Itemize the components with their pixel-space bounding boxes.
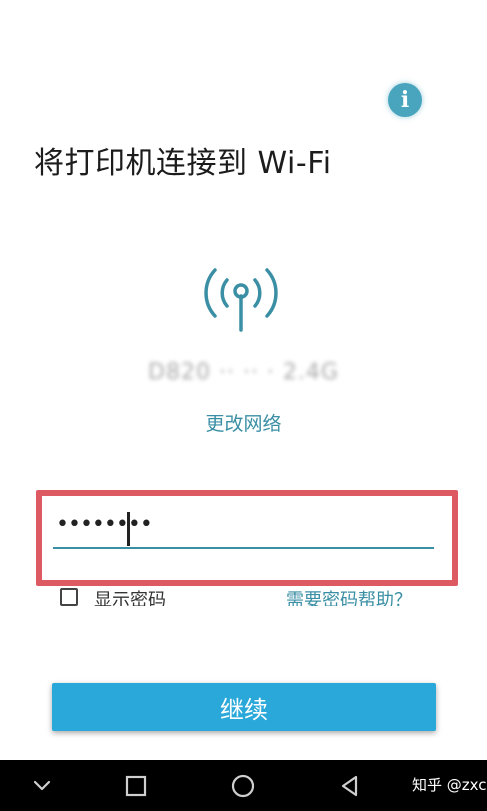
show-password-label: 显示密码 bbox=[94, 590, 166, 606]
back-icon[interactable] bbox=[336, 772, 364, 800]
password-help-link[interactable]: 需要密码帮助？ bbox=[286, 586, 412, 606]
watermark: 知乎 @zxc bbox=[412, 776, 487, 794]
text-cursor bbox=[127, 512, 130, 546]
network-name: D820 ·· ·· · 2.4G bbox=[148, 360, 339, 385]
continue-button[interactable]: 继续 bbox=[52, 683, 436, 731]
show-password-checkbox[interactable] bbox=[60, 588, 78, 606]
info-icon[interactable]: i bbox=[388, 83, 422, 117]
info-glyph: i bbox=[400, 87, 410, 113]
highlight-box bbox=[36, 490, 458, 586]
home-icon[interactable] bbox=[229, 772, 257, 800]
wifi-printer-icon bbox=[204, 268, 278, 332]
recent-apps-icon[interactable] bbox=[122, 772, 150, 800]
chevron-down-icon[interactable] bbox=[28, 772, 56, 800]
password-underline bbox=[53, 547, 434, 549]
page-title: 将打印机连接到 Wi-Fi bbox=[34, 146, 332, 181]
system-nav-bar: 知乎 @zxc bbox=[0, 760, 487, 811]
password-field[interactable]: •••••••• bbox=[56, 512, 153, 537]
change-network-link[interactable]: 更改网络 bbox=[0, 409, 487, 436]
